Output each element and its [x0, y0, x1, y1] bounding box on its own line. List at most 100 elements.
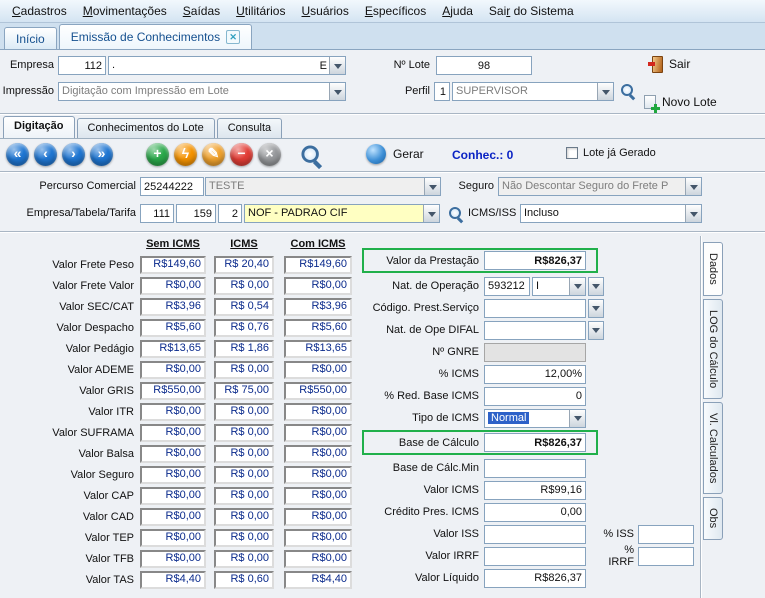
- perfil-label: Perfil: [388, 82, 430, 101]
- novo-lote-button[interactable]: Novo Lote: [644, 95, 717, 109]
- nav-first-icon[interactable]: «: [6, 143, 29, 166]
- menu-item-usu-rios[interactable]: Usuários: [293, 1, 356, 21]
- chevron-down-icon[interactable]: [597, 83, 613, 100]
- header-icms: ICMS: [214, 238, 274, 250]
- menu-item-ajuda[interactable]: Ajuda: [434, 1, 481, 21]
- subtab-digita-o[interactable]: Digitação: [3, 116, 75, 138]
- nat-difal-dropdown[interactable]: [588, 321, 604, 340]
- impressao-combo-value: Digitação com Impressão em Lote: [59, 83, 329, 100]
- lote-gerado-checkbox[interactable]: Lote já Gerado: [566, 147, 656, 159]
- perc-iss-input[interactable]: [638, 525, 694, 544]
- chevron-down-icon[interactable]: [685, 205, 701, 222]
- value-row-label: Valor Despacho: [6, 322, 140, 334]
- valor-prestacao-input[interactable]: [484, 251, 586, 270]
- delete-icon[interactable]: −: [230, 143, 253, 166]
- percurso-combo[interactable]: TESTE: [205, 177, 441, 196]
- sair-button[interactable]: Sair: [648, 56, 690, 71]
- value-sem-icms: R$0,00: [140, 529, 206, 547]
- seguro-combo[interactable]: Não Descontar Seguro do Frete P: [498, 177, 702, 196]
- main-content: Sem ICMS ICMS Com ICMS Valor Frete PesoR…: [0, 236, 765, 598]
- field-perc-icms: % ICMS: [366, 364, 700, 384]
- valor-irrf-input[interactable]: [484, 547, 586, 566]
- perfil-code-input[interactable]: [434, 82, 450, 101]
- side-tab-log-do-c-lculo[interactable]: LOG do Cálculo: [703, 299, 723, 399]
- side-tab-obs[interactable]: Obs: [703, 497, 723, 539]
- menubar: CadastrosMovimentaçõesSaídasUtilitáriosU…: [0, 0, 765, 23]
- base-calc-min-label: Base de Cálc.Min: [366, 462, 484, 474]
- close-tab-icon[interactable]: ✕: [226, 30, 240, 44]
- cancel-icon[interactable]: ×: [258, 143, 281, 166]
- chevron-down-icon[interactable]: [569, 278, 585, 295]
- value-sem-icms: R$0,00: [140, 277, 206, 295]
- menu-item-cadastros[interactable]: Cadastros: [4, 1, 75, 21]
- perc-irrf-input[interactable]: [638, 547, 694, 566]
- table-row: Valor SEC/CATR$3,96R$ 0,54R$3,96: [6, 296, 352, 317]
- chevron-down-icon[interactable]: [423, 205, 439, 222]
- side-tab-vl-calculados[interactable]: Vl. Calculados: [703, 402, 723, 494]
- credito-pres-input[interactable]: [484, 503, 586, 522]
- tarifa-combo[interactable]: NOF - PADRAO CIF: [244, 204, 440, 223]
- menu-item-sa-das[interactable]: Saídas: [175, 1, 228, 21]
- nav-next-icon[interactable]: ›: [62, 143, 85, 166]
- base-calc-min-input[interactable]: [484, 459, 586, 478]
- menu-item-utilit-rios[interactable]: Utilitários: [228, 1, 293, 21]
- tarifa-tabela-input[interactable]: [176, 204, 216, 223]
- chevron-down-icon[interactable]: [569, 410, 585, 427]
- empresa-code-input[interactable]: [58, 56, 106, 75]
- nat-difal-input[interactable]: [484, 321, 586, 340]
- perc-icms-input[interactable]: [484, 365, 586, 384]
- field-perc-red-base: % Red. Base ICMS: [366, 386, 700, 406]
- chevron-down-icon[interactable]: [424, 178, 440, 195]
- nat-operacao-code-input[interactable]: [484, 277, 530, 296]
- value-icms: R$ 20,40: [214, 256, 274, 274]
- valor-icms-label: Valor ICMS: [366, 484, 484, 496]
- side-tab-dados[interactable]: Dados: [703, 242, 723, 296]
- gerar-button[interactable]: Gerar: [366, 144, 424, 164]
- search-button[interactable]: [300, 144, 316, 163]
- value-com-icms: R$0,00: [284, 487, 352, 505]
- subtab-consulta[interactable]: Consulta: [217, 118, 282, 138]
- add-icon[interactable]: +: [146, 143, 169, 166]
- perfil-combo[interactable]: SUPERVISOR: [452, 82, 614, 101]
- chevron-down-icon[interactable]: [685, 178, 701, 195]
- icms-iss-combo[interactable]: Incluso: [520, 204, 702, 223]
- perfil-search-icon[interactable]: [620, 83, 636, 99]
- codigo-prest-dropdown[interactable]: [588, 299, 604, 318]
- value-row-label: Valor SUFRAMA: [6, 427, 140, 439]
- codigo-prest-input[interactable]: [484, 299, 586, 318]
- table-row: Valor DespachoR$5,60R$ 0,76R$5,60: [6, 317, 352, 338]
- nat-operacao-extra-dropdown[interactable]: [588, 277, 604, 296]
- value-icms: R$ 75,00: [214, 382, 274, 400]
- valor-iss-input[interactable]: [484, 525, 586, 544]
- edit-icon[interactable]: ✎: [202, 143, 225, 166]
- valor-icms-input[interactable]: [484, 481, 586, 500]
- field-gnre: Nº GNRE: [366, 342, 700, 362]
- value-icms: R$ 0,00: [214, 361, 274, 379]
- nav-last-icon[interactable]: »: [90, 143, 113, 166]
- nav-prev-icon[interactable]: ‹: [34, 143, 57, 166]
- tarifa-tarifa-input[interactable]: [218, 204, 242, 223]
- valor-liquido-input[interactable]: [484, 569, 586, 588]
- perc-red-base-input[interactable]: [484, 387, 586, 406]
- seguro-combo-value: Não Descontar Seguro do Frete P: [499, 178, 685, 195]
- confirm-icon[interactable]: ϟ: [174, 143, 197, 166]
- nat-operacao-combo[interactable]: I: [532, 277, 586, 296]
- chevron-down-icon[interactable]: [329, 83, 345, 100]
- tab-inicio[interactable]: Início: [4, 27, 57, 49]
- chevron-down-icon[interactable]: [329, 57, 345, 74]
- tipo-icms-combo[interactable]: Normal: [484, 409, 586, 428]
- tab-emissao-conhecimentos[interactable]: Emissão de Conhecimentos ✕: [59, 24, 252, 49]
- menu-item-sair-do-sistema[interactable]: Sair do Sistema: [481, 1, 582, 21]
- tarifa-search-icon[interactable]: [448, 206, 464, 222]
- base-calculo-input[interactable]: [484, 433, 586, 452]
- lote-gerado-label: Lote já Gerado: [583, 147, 656, 159]
- lote-input[interactable]: [436, 56, 532, 75]
- subtab-conhecimentos-do-lote[interactable]: Conhecimentos do Lote: [77, 118, 215, 138]
- percurso-code-input[interactable]: [140, 177, 204, 196]
- gerar-globe-icon: [366, 144, 386, 164]
- tarifa-empresa-input[interactable]: [140, 204, 174, 223]
- empresa-combo[interactable]: . E: [108, 56, 346, 75]
- impressao-combo[interactable]: Digitação com Impressão em Lote: [58, 82, 346, 101]
- menu-item-espec-ficos[interactable]: Específicos: [357, 1, 434, 21]
- menu-item-movimenta-es[interactable]: Movimentações: [75, 1, 175, 21]
